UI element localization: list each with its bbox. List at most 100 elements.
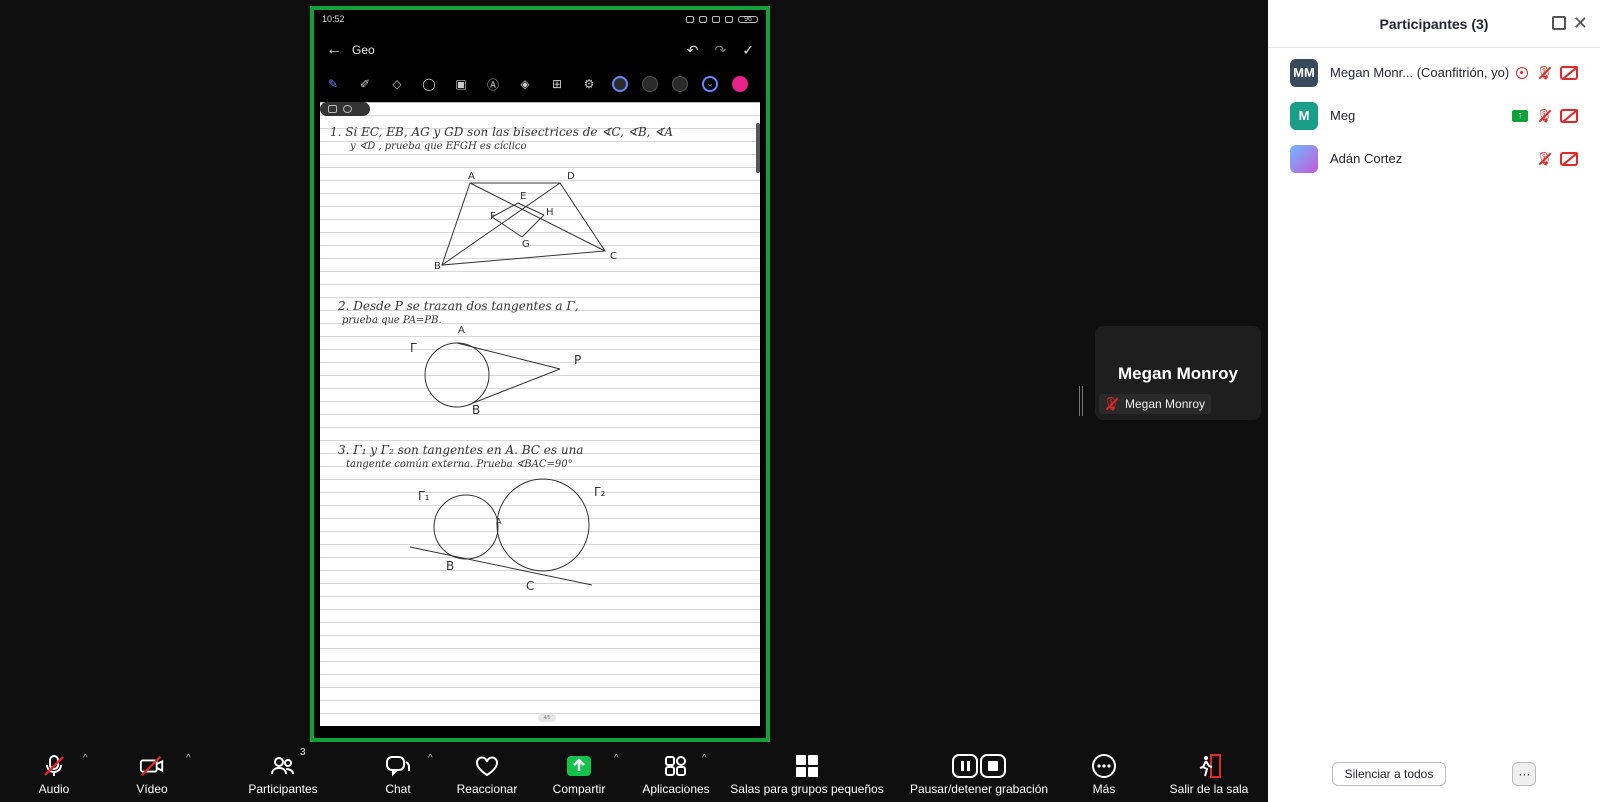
leave-room-button[interactable]: Salir de la sala <box>1164 743 1254 802</box>
participants-panel-footer: Silenciar a todos ··· <box>1268 746 1600 802</box>
label-b3: B <box>446 559 455 573</box>
pen-style-1[interactable] <box>612 76 628 92</box>
zoom-search-icon[interactable] <box>343 105 352 113</box>
muted-mic-icon[interactable]: 🎙 <box>1536 108 1553 124</box>
note-page[interactable]: 1. Si EC, EB, AG y GD son las bisectrice… <box>320 102 760 726</box>
label-e1: E <box>520 191 527 202</box>
video-off-icon[interactable] <box>1560 65 1578 80</box>
more-label: Más <box>1092 782 1116 796</box>
video-options-caret-icon[interactable]: ^ <box>186 753 191 764</box>
chat-button[interactable]: Chat <box>378 743 418 802</box>
share-button[interactable]: Compartir <box>548 743 610 802</box>
apps-options-caret-icon[interactable]: ^ <box>702 753 707 764</box>
mic-muted-icon <box>41 754 67 778</box>
settings-gear-icon[interactable]: ⚙ <box>580 75 598 93</box>
tangent-circle-diagram <box>424 342 561 408</box>
bluetooth-icon <box>712 15 720 23</box>
label-a2: A <box>458 325 465 336</box>
redo-icon[interactable]: ↷ <box>715 42 727 59</box>
trapezoid-diagram <box>441 182 606 266</box>
leave-label: Salir de la sala <box>1169 782 1249 796</box>
video-button[interactable]: Vídeo <box>128 743 176 802</box>
note-title: Geo <box>352 43 375 57</box>
avatar: MM <box>1290 58 1318 87</box>
video-off-icon <box>139 754 165 778</box>
share-options-caret-icon[interactable]: ^ <box>614 753 619 764</box>
breakout-grid-icon <box>794 754 820 778</box>
shape-fill-icon[interactable]: ◈ <box>516 75 534 93</box>
label-g1: G <box>522 239 530 250</box>
participant-row[interactable]: M Meg ↑ 🎙 <box>1268 94 1600 137</box>
audio-button[interactable]: Audio <box>30 743 78 802</box>
problem-2-line-1: 2. Desde P se trazan dos tangentes a Γ, <box>338 299 579 313</box>
pen-style-2[interactable] <box>642 76 658 92</box>
two-circles-diagram <box>409 478 593 586</box>
status-icons: 96 <box>686 14 758 24</box>
insert-plus-icon[interactable]: ⊞ <box>548 75 566 93</box>
eraser-icon[interactable]: ◇ <box>388 75 406 93</box>
color-dropdown-icon[interactable]: ⌄ <box>702 76 718 92</box>
video-drag-handle[interactable] <box>1079 386 1083 416</box>
more-button[interactable]: Más <box>1082 743 1126 802</box>
audio-options-caret-icon[interactable]: ^ <box>83 753 88 764</box>
exit-door-icon <box>1196 754 1222 778</box>
page-scrollbar[interactable] <box>756 123 760 173</box>
page-mini-tools[interactable] <box>320 102 370 116</box>
label-gamma2: Γ <box>410 341 417 355</box>
recording-icon <box>1516 66 1528 79</box>
panel-more-button[interactable]: ··· <box>1512 762 1537 786</box>
pink-color-swatch[interactable] <box>732 76 748 92</box>
participant-row[interactable]: MM Megan Monr... (Coanfitrión, yo) 🎙 <box>1268 51 1600 94</box>
text-box-icon[interactable]: Ⓐ <box>484 75 502 93</box>
share-label: Compartir <box>552 782 606 796</box>
problem-1-line-2: y ∢D , prueba que EFGH es cíclico <box>350 141 527 152</box>
avatar: M <box>1290 101 1318 130</box>
shared-screen[interactable]: 10:52 96 ← Geo ↶ ↷ ✓ ✎ ✐ ◇ ◯ ▣ Ⓐ ◈ ⊞ ⚙ ⌄… <box>310 6 770 742</box>
participant-video-tile[interactable]: Megan Monroy 🎙 Megan Monroy <box>1095 326 1261 420</box>
participants-count: 3 <box>300 747 306 758</box>
muted-mic-icon[interactable]: 🎙 <box>1536 65 1553 81</box>
video-tile-badge-name: Megan Monroy <box>1125 397 1206 411</box>
video-off-icon[interactable] <box>1560 151 1578 166</box>
video-off-icon[interactable] <box>1560 108 1578 123</box>
apps-button[interactable]: Aplicaciones <box>636 743 716 802</box>
more-dots-icon <box>1091 754 1117 778</box>
video-tile-badge: 🎙 Megan Monroy <box>1099 394 1212 414</box>
label-a3: A <box>496 517 502 526</box>
muted-mic-icon[interactable]: 🎙 <box>1536 151 1553 167</box>
participant-row[interactable]: Adán Cortez 🎙 <box>1268 137 1600 180</box>
problem-2-line-2: prueba que PA=PB. <box>342 315 442 326</box>
back-arrow-icon[interactable]: ← <box>326 41 348 59</box>
mute-all-button[interactable]: Silenciar a todos <box>1331 762 1447 786</box>
undo-icon[interactable]: ↶ <box>687 42 699 59</box>
page-view-icon[interactable] <box>328 105 337 113</box>
close-icon[interactable]: ✕ <box>1573 13 1588 34</box>
breakout-rooms-button[interactable]: Salas para grupos pequeños <box>726 743 888 802</box>
problem-1-line-1: 1. Si EC, EB, AG y GD son las bisectrice… <box>330 125 674 139</box>
label-c3: C <box>526 579 535 593</box>
highlighter-icon[interactable]: ✐ <box>356 75 374 93</box>
audio-label: Audio <box>38 782 70 796</box>
meeting-toolbar: Audio ^ Vídeo ^ Participantes 3 Chat ^ R… <box>0 743 1268 802</box>
done-check-icon[interactable]: ✓ <box>742 42 754 59</box>
recording-button[interactable]: Pausar/detener grabación <box>900 743 1058 802</box>
label-p2: P <box>574 353 582 367</box>
apps-label: Aplicaciones <box>642 782 710 796</box>
avatar <box>1290 144 1318 173</box>
react-button[interactable]: Reaccionar <box>452 743 522 802</box>
image-icon[interactable]: ▣ <box>452 75 470 93</box>
label-b1: B <box>434 261 441 272</box>
pen-tool-icon[interactable]: ✎ <box>324 75 342 93</box>
problem-3-line-1: 3. Γ₁ y Γ₂ son tangentes en A. BC es una <box>338 443 584 457</box>
pen-style-3[interactable] <box>672 76 688 92</box>
battery-icon: 96 <box>738 15 758 23</box>
signal-icon <box>686 15 694 23</box>
popout-icon[interactable] <box>1552 16 1566 30</box>
chat-options-caret-icon[interactable]: ^ <box>428 753 433 764</box>
participants-button[interactable]: Participantes <box>244 743 322 802</box>
chat-icon <box>385 754 411 778</box>
label-gamma2-3: Γ₂ <box>594 485 606 499</box>
participants-icon <box>270 754 296 778</box>
screen-share-icon: ↑ <box>1512 109 1528 122</box>
lasso-icon[interactable]: ◯ <box>420 75 438 93</box>
